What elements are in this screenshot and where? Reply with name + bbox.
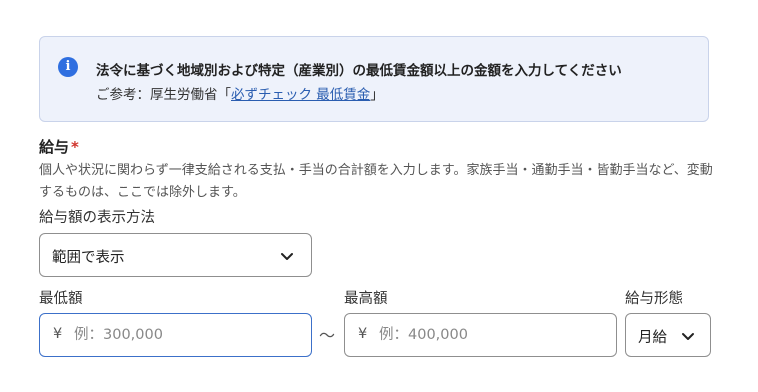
- max-amount-label: 最高額: [344, 291, 388, 307]
- salary-type-select[interactable]: 月給: [625, 313, 711, 357]
- minimum-wage-link[interactable]: 必ずチェック 最低賃金: [231, 87, 370, 103]
- info-icon: i: [58, 57, 78, 77]
- display-method-select[interactable]: 範囲で表示: [39, 233, 312, 277]
- yen-icon: ¥: [358, 326, 368, 342]
- notice-main-text: 法令に基づく地域別および特定（産業別）の最低賃金額以上の金額を入力してください: [96, 63, 622, 79]
- max-amount-input[interactable]: [379, 323, 604, 347]
- salary-description: 個人や状況に関わらず一律支給される支払・手当の合計額を入力します。家族手当・通勤…: [39, 163, 713, 200]
- salary-type-value: 月給: [638, 330, 667, 346]
- salary-title: 給与 *: [39, 136, 79, 157]
- range-separator: 〜: [319, 326, 336, 345]
- display-method-value: 範囲で表示: [52, 250, 125, 266]
- notice-reference-suffix: 」: [370, 87, 384, 103]
- required-mark: *: [71, 138, 79, 156]
- yen-icon: ¥: [53, 326, 63, 342]
- notice-reference: ご参考：厚生労働省「必ずチェック 最低賃金」: [96, 83, 384, 103]
- salary-title-text: 給与: [39, 138, 70, 156]
- salary-form: i 法令に基づく地域別および特定（産業別）の最低賃金額以上の金額を入力してくださ…: [0, 0, 758, 392]
- max-amount-field[interactable]: ¥: [344, 313, 617, 357]
- chevron-down-icon: [682, 333, 694, 340]
- display-method-label: 給与額の表示方法: [39, 210, 155, 226]
- min-amount-field[interactable]: ¥: [39, 313, 312, 357]
- min-amount-input[interactable]: [74, 323, 299, 347]
- minimum-wage-notice: i 法令に基づく地域別および特定（産業別）の最低賃金額以上の金額を入力してくださ…: [39, 36, 709, 122]
- chevron-down-icon: [281, 253, 293, 260]
- notice-reference-prefix: ご参考：厚生労働省「: [96, 87, 231, 103]
- salary-type-label: 給与形態: [625, 291, 683, 307]
- min-amount-label: 最低額: [39, 291, 83, 307]
